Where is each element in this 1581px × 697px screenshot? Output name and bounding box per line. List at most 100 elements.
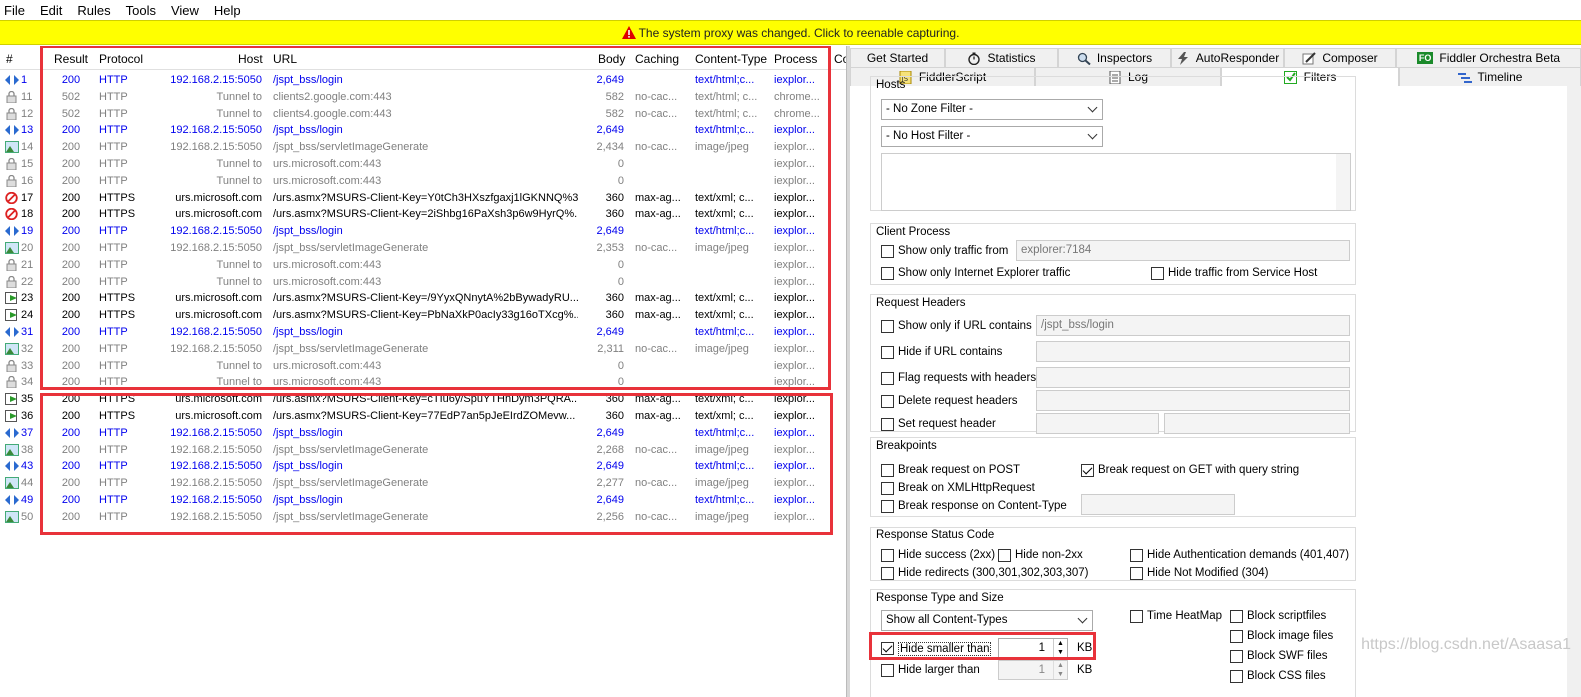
hide-auth-checkbox[interactable] [1130,549,1143,562]
delete-headers-input[interactable] [1036,390,1350,411]
time-heatmap-checkbox[interactable] [1130,610,1143,623]
set-header-value-input[interactable] [1164,413,1350,434]
lightning-icon [1177,51,1188,65]
url-contains-input[interactable]: /jspt_bss/login [1036,315,1350,336]
tab-autoresponder[interactable]: AutoResponder [1171,48,1284,67]
flag-headers-checkbox[interactable] [881,372,894,385]
delete-headers-checkbox[interactable] [881,395,894,408]
html-arrows-icon [5,427,19,439]
hide-success-checkbox[interactable] [881,549,894,562]
image-icon [5,141,19,154]
tab-composer[interactable]: Composer [1284,48,1396,67]
hide-url-input[interactable] [1036,341,1350,362]
set-header-checkbox[interactable] [881,418,894,431]
session-num: 49 [21,494,34,506]
block-script-checkbox[interactable] [1230,610,1243,623]
tab-statistics[interactable]: Statistics [945,48,1058,67]
menu-rules[interactable]: Rules [77,3,110,18]
tab-label: Statistics [987,51,1036,65]
chevron-down-icon [1087,129,1098,140]
break-xhr-checkbox[interactable] [881,482,894,495]
hide-larger-spinner[interactable]: 1 ▲ ▼ [998,660,1068,680]
image-icon [5,510,19,523]
tunnel-lock-icon [5,258,19,271]
session-num: 43 [21,460,34,473]
tab-get-started[interactable]: Get Started [850,48,945,67]
process-select[interactable]: explorer:7184 [1016,240,1350,261]
hosts-title: Hosts [876,79,906,91]
blocked-icon [5,191,19,204]
ie-only-checkbox[interactable] [881,267,894,280]
break-get-checkbox[interactable] [1081,464,1094,477]
hide-non2xx-label: Hide non-2xx [1015,549,1083,561]
session-num: 17 [21,191,34,204]
block-script-label: Block scriptfiles [1247,610,1327,622]
col-num[interactable]: # [6,52,13,66]
filters-scrollbar[interactable] [1567,86,1581,697]
html-arrows-icon [5,494,19,506]
right-panel: Get Started Statistics Inspectors AutoRe… [850,46,1581,697]
session-num: 15 [21,158,34,170]
menu-help[interactable]: Help [214,3,241,18]
ie-only-label: Show only Internet Explorer traffic [898,267,1071,279]
tab-fiddler-orchestra[interactable]: FO Fiddler Orchestra Beta [1396,48,1581,67]
block-css-checkbox[interactable] [1230,670,1243,683]
break-get-label: Break request on GET with query string [1098,464,1300,476]
hide-non2xx-checkbox[interactable] [998,549,1011,562]
menu-edit[interactable]: Edit [40,3,62,18]
block-image-checkbox[interactable] [1230,630,1243,643]
set-header-name-input[interactable] [1036,413,1159,434]
menu-tools[interactable]: Tools [126,3,156,18]
session-num: 18 [21,208,34,221]
image-icon [5,477,19,490]
request-headers-title: Request Headers [876,297,966,309]
tab-inspectors[interactable]: Inspectors [1058,48,1171,67]
host-filter-value: - No Host Filter - [886,130,971,142]
flag-headers-input[interactable] [1036,367,1350,388]
show-only-traffic-checkbox[interactable] [881,245,894,258]
tab-label: Timeline [1477,70,1523,84]
hosts-textarea[interactable] [881,153,1351,211]
blocked-icon [5,208,19,221]
content-types-select[interactable]: Show all Content-Types [881,610,1093,631]
tunnel-lock-icon [5,107,19,120]
menu-view[interactable]: View [171,3,199,18]
hide-notmod-checkbox[interactable] [1130,567,1143,580]
breakpoints-title: Breakpoints [876,440,937,452]
session-num: 19 [21,225,34,238]
textarea-scrollbar[interactable] [1336,154,1350,210]
break-post-checkbox[interactable] [881,464,894,477]
break-ct-checkbox[interactable] [881,500,894,513]
menu-file[interactable]: File [4,3,25,18]
menu-bar: File Edit Rules Tools View Help [0,0,1581,20]
fo-icon: FO [1416,52,1434,64]
client-process-group: Client Process Show only traffic from ex… [870,223,1356,285]
tab-timeline[interactable]: Timeline [1399,67,1581,86]
banner-text: The system proxy was changed. Click to r… [638,25,960,40]
break-ct-input[interactable] [1081,494,1235,515]
type-size-title: Response Type and Size [876,592,1004,604]
image-icon [5,242,19,254]
session-num: 16 [21,174,34,187]
session-num: 14 [21,141,34,154]
session-num: 36 [21,410,34,422]
hide-auth-label: Hide Authentication demands (401,407) [1147,549,1350,561]
zone-filter-select[interactable]: - No Zone Filter - [881,99,1103,120]
spinner-arrows-icon[interactable]: ▲ ▼ [1053,661,1067,679]
tab-label: Get Started [866,51,929,65]
kb-label: KB [1077,664,1093,676]
tunnel-lock-icon [5,174,19,187]
hide-larger-checkbox[interactable] [881,664,894,677]
session-num: 1 [21,74,28,86]
col-comments[interactable]: Co [834,52,846,66]
session-num: 11 [21,90,33,103]
hide-redirects-checkbox[interactable] [881,567,894,580]
proxy-changed-banner[interactable]: The system proxy was changed. Click to r… [0,20,1581,45]
block-swf-checkbox[interactable] [1230,650,1243,663]
hide-service-host-checkbox[interactable] [1151,267,1164,280]
html-arrows-icon [5,225,19,237]
url-contains-checkbox[interactable] [881,320,894,333]
hide-url-checkbox[interactable] [881,346,894,359]
host-filter-select[interactable]: - No Host Filter - [881,126,1103,147]
timeline-icon [1457,72,1472,83]
